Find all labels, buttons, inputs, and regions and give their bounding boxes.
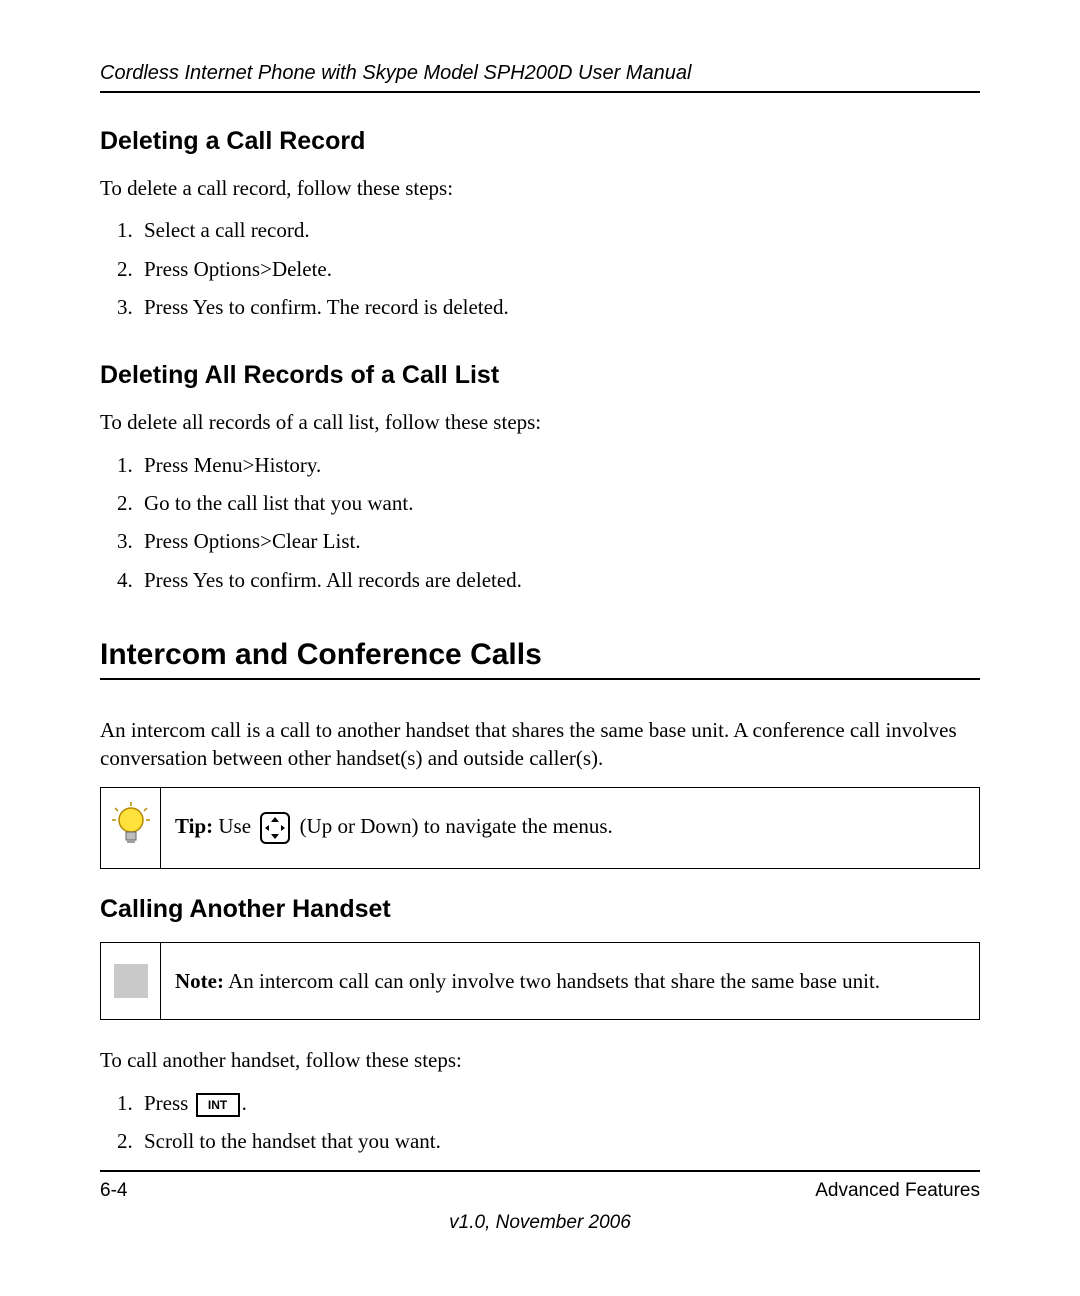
document-page: Cordless Internet Phone with Skype Model…	[0, 0, 1080, 1296]
tip-label: Tip:	[175, 814, 213, 838]
note-label: Note:	[175, 969, 224, 993]
list-item: Select a call record.	[138, 216, 980, 244]
step1-suffix: .	[242, 1091, 247, 1115]
tip-callout: Tip: Use (Up or Down) to navigate the me…	[100, 787, 980, 869]
page-footer: 6-4 Advanced Features v1.0, November 200…	[100, 1162, 980, 1234]
int-key-icon: INT	[196, 1093, 240, 1117]
heading-deleting-call-record: Deleting a Call Record	[100, 127, 980, 156]
heading-intercom-conference: Intercom and Conference Calls	[100, 638, 980, 672]
heading-calling-another-handset: Calling Another Handset	[100, 895, 980, 924]
para-intercom-desc: An intercom call is a call to another ha…	[100, 716, 980, 773]
list-item: Press Options>Clear List.	[138, 527, 980, 555]
list-item: Press Yes to confirm. All records are de…	[138, 566, 980, 594]
steps-s5: Press INT. Scroll to the handset that yo…	[122, 1089, 980, 1156]
list-item: Press Options>Delete.	[138, 255, 980, 283]
note-square-icon	[114, 964, 148, 998]
h1-rule	[100, 678, 980, 680]
page-number: 6-4	[100, 1180, 127, 1202]
intro-s5: To call another handset, follow these st…	[100, 1046, 980, 1074]
step1-prefix: Press	[144, 1091, 194, 1115]
running-header: Cordless Internet Phone with Skype Model…	[100, 62, 980, 85]
note-body: An intercom call can only involve two ha…	[224, 969, 880, 993]
note-callout: Note: An intercom call can only involve …	[100, 942, 980, 1020]
list-item: Press Yes to confirm. The record is dele…	[138, 293, 980, 321]
nav-updown-icon	[260, 812, 290, 844]
tip-text: Tip: Use (Up or Down) to navigate the me…	[161, 788, 979, 868]
list-item: Press INT.	[138, 1089, 980, 1117]
steps-s2: Press Menu>History. Go to the call list …	[122, 451, 980, 594]
list-item: Go to the call list that you want.	[138, 489, 980, 517]
footer-version: v1.0, November 2006	[100, 1212, 980, 1234]
intro-s2: To delete all records of a call list, fo…	[100, 408, 980, 436]
heading-deleting-all-records: Deleting All Records of a Call List	[100, 361, 980, 390]
tip-before: Use	[213, 814, 256, 838]
intro-s1: To delete a call record, follow these st…	[100, 174, 980, 202]
tip-icon-cell	[101, 788, 161, 868]
header-rule	[100, 91, 980, 93]
note-icon-cell	[101, 943, 161, 1019]
note-text: Note: An intercom call can only involve …	[161, 943, 979, 1019]
tip-after: (Up or Down) to navigate the menus.	[294, 814, 612, 838]
lightbulb-icon	[110, 802, 152, 854]
footer-rule	[100, 1170, 980, 1172]
list-item: Scroll to the handset that you want.	[138, 1127, 980, 1155]
footer-section-name: Advanced Features	[815, 1180, 980, 1202]
list-item: Press Menu>History.	[138, 451, 980, 479]
steps-s1: Select a call record. Press Options>Dele…	[122, 216, 980, 321]
